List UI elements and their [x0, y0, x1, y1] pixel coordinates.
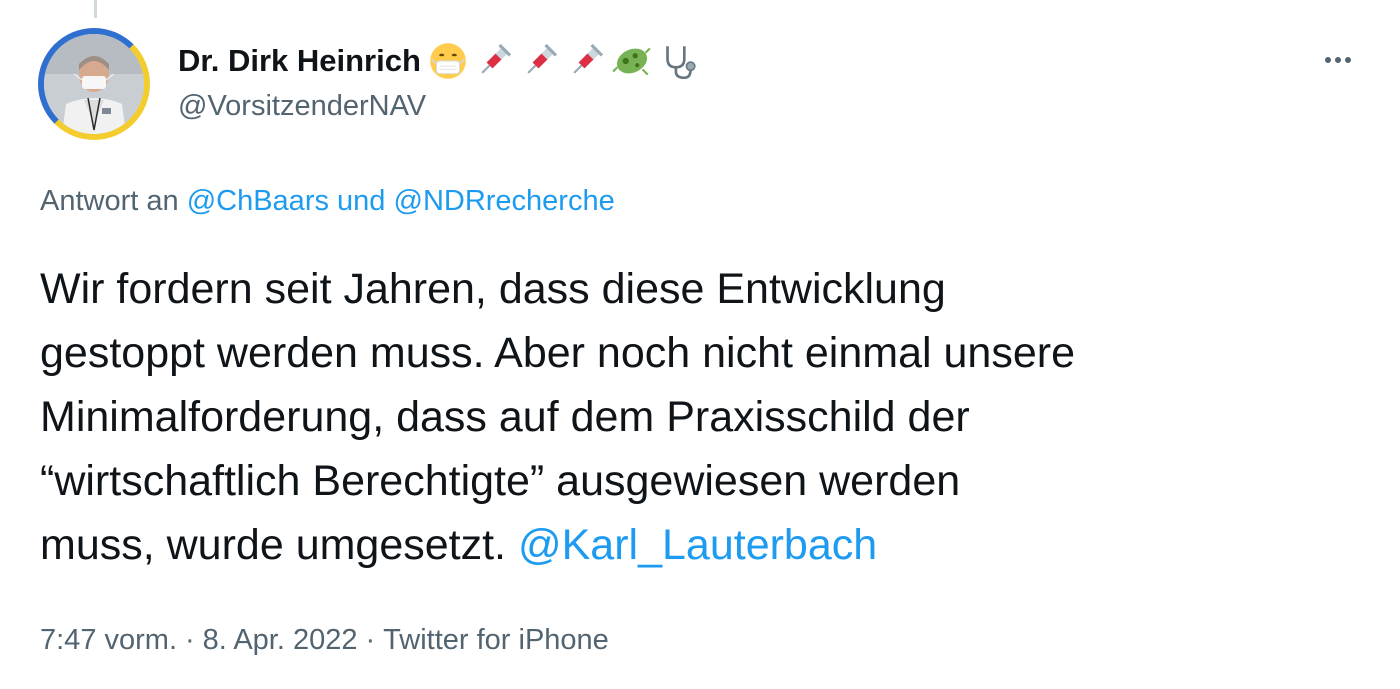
meta-separator: · — [185, 624, 195, 656]
tweet-text-line: “wirtschaftlich Berechtigte” ausgewiesen… — [40, 457, 961, 505]
more-horizontal-icon — [1325, 57, 1331, 63]
more-horizontal-icon-dot — [1335, 57, 1341, 63]
mention-karl-lauterbach[interactable]: @Karl_Lauterbach — [518, 521, 877, 569]
microbe-icon — [611, 40, 653, 82]
reply-context: Antwort an @ChBaars und @NDRrecherche — [40, 181, 615, 221]
tweet-source[interactable]: Twitter for iPhone — [383, 624, 609, 656]
tweet-text-line: Minimalforderung, dass auf dem Praxissch… — [40, 393, 970, 441]
tweet-text-line-last: muss, wurde umgesetzt. @Karl_Lauterbach — [40, 513, 1370, 577]
more-options-button[interactable] — [1316, 38, 1360, 82]
meta-separator: · — [365, 624, 376, 656]
tweet-text: Wir fordern seit Jahren, dass diese Entw… — [40, 257, 1370, 577]
author-name-row[interactable]: Dr. Dirk Heinrich — [178, 40, 699, 82]
avatar[interactable] — [38, 28, 150, 140]
syringe-icon — [519, 40, 561, 82]
stethoscope-icon — [657, 40, 699, 82]
tweet-text-final-words: muss, wurde umgesetzt. — [40, 521, 507, 569]
reply-mention-ndrrecherche[interactable]: @NDRrecherche — [394, 185, 615, 217]
author-display-name[interactable]: Dr. Dirk Heinrich — [178, 42, 421, 80]
author-handle[interactable]: @VorsitzenderNAV — [178, 88, 426, 124]
tweet-metadata: 7:47 vorm. · 8. Apr. 2022 · Twitter for iPho… — [40, 620, 609, 660]
tweet-date[interactable]: 8. Apr. 2022 — [203, 624, 358, 656]
face-with-medical-mask-icon — [427, 40, 469, 82]
reply-conjunction[interactable]: und — [337, 185, 385, 217]
avatar-photo — [44, 34, 144, 134]
syringe-icon — [473, 40, 515, 82]
tweet-time[interactable]: 7:47 vorm. — [40, 624, 177, 656]
thread-connector-line — [94, 0, 97, 18]
tweet-text-line: gestoppt werden muss. Aber noch nicht ei… — [40, 329, 1075, 377]
tweet-text-line: Wir fordern seit Jahren, dass diese Entw… — [40, 265, 946, 313]
syringe-icon — [565, 40, 607, 82]
reply-prefix: Antwort an — [40, 185, 179, 217]
more-horizontal-icon-dot — [1345, 57, 1351, 63]
name-emoji-row — [427, 40, 699, 82]
reply-mention-chbaars[interactable]: @ChBaars — [187, 185, 329, 217]
